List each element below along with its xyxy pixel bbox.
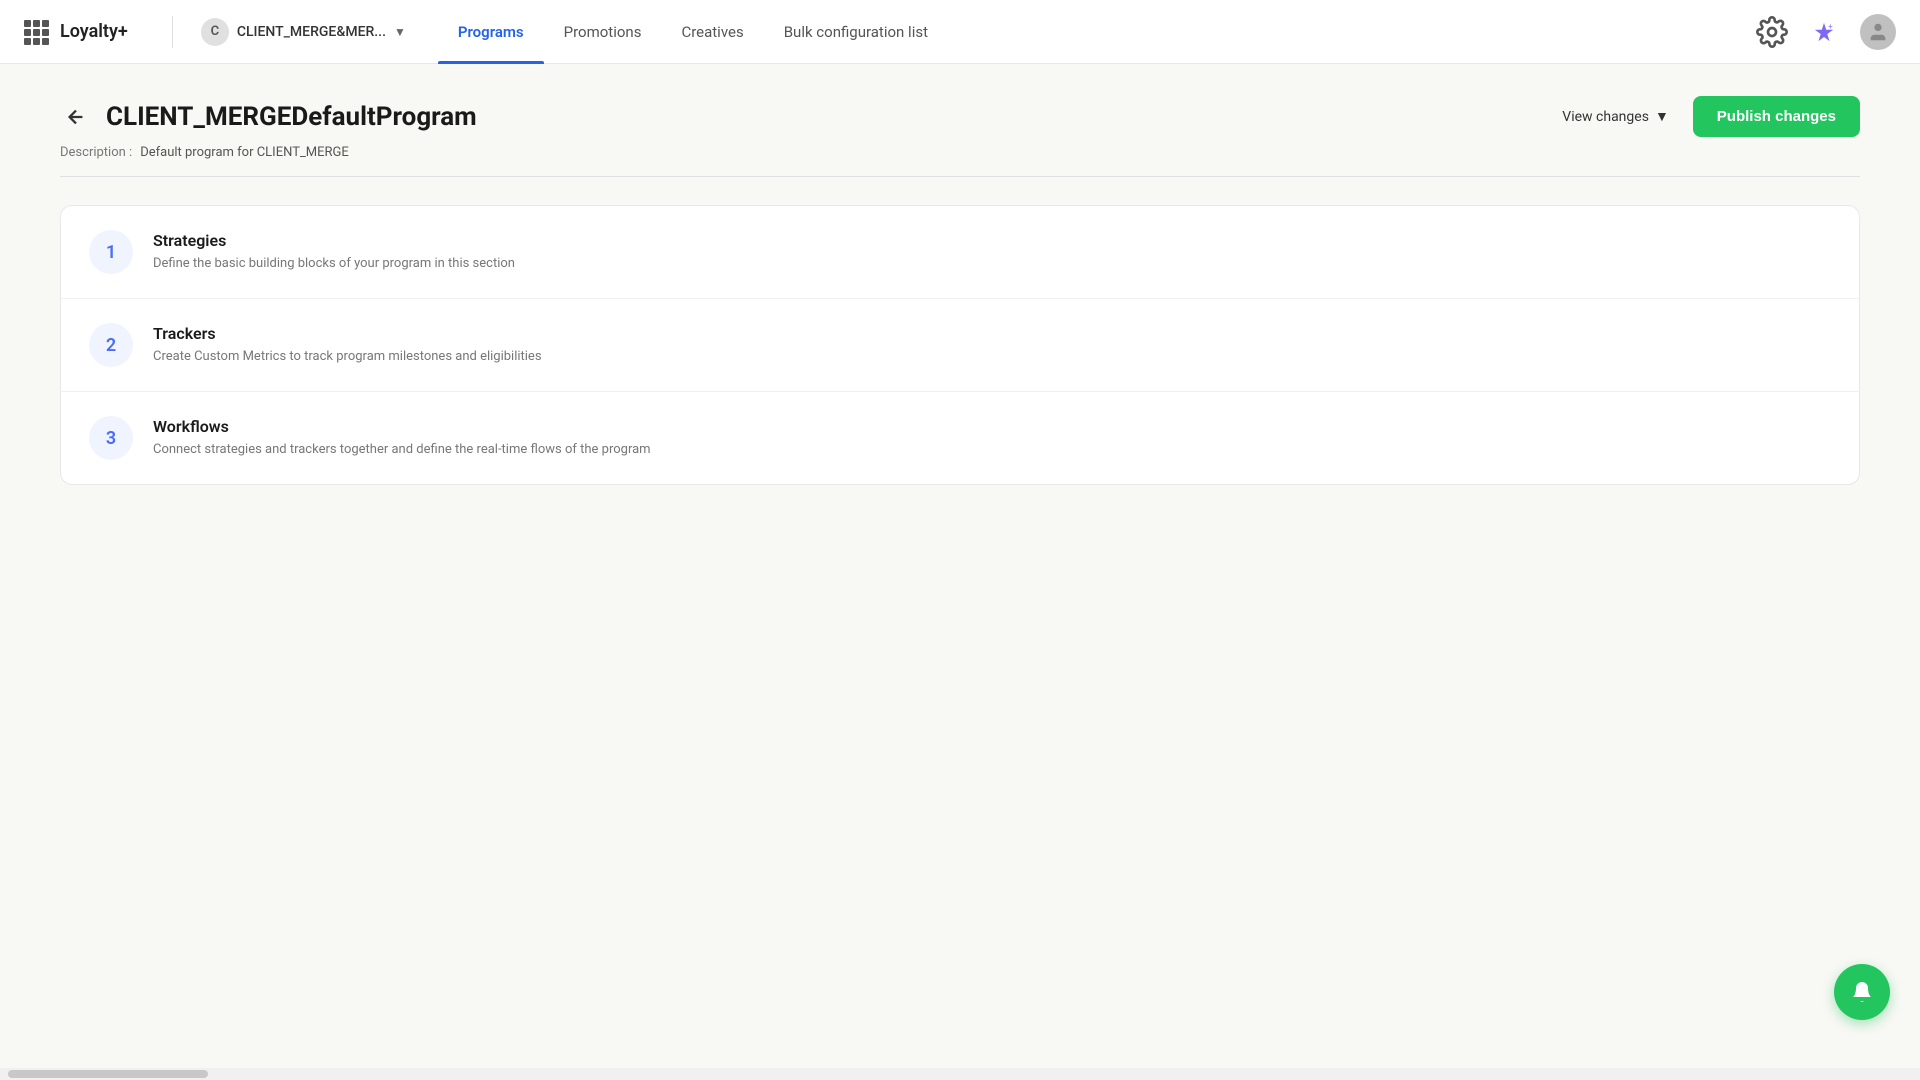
grid-icon[interactable] — [24, 20, 48, 44]
description-row: Description : Default program for CLIENT… — [60, 145, 1860, 177]
user-avatar-button[interactable] — [1860, 14, 1896, 50]
view-changes-button[interactable]: View changes ▼ — [1550, 100, 1681, 133]
step-number-3: 3 — [89, 416, 133, 460]
step-desc-trackers: Create Custom Metrics to track program m… — [153, 347, 1831, 367]
header-divider — [172, 16, 173, 48]
bottom-scrollbar[interactable] — [0, 1068, 1920, 1080]
view-changes-label: View changes — [1562, 109, 1649, 125]
client-name: CLIENT_MERGE&MER... — [237, 24, 386, 40]
nav-item-programs[interactable]: Programs — [438, 0, 544, 64]
scrollbar-thumb — [8, 1070, 208, 1078]
main-nav: Programs Promotions Creatives Bulk confi… — [438, 0, 948, 63]
bell-icon — [1850, 980, 1874, 1004]
main-content: CLIENT_MERGEDefaultProgram View changes … — [0, 64, 1920, 517]
step-number-2: 2 — [89, 323, 133, 367]
sparkle-icon — [1813, 21, 1835, 43]
client-selector[interactable]: C CLIENT_MERGE&MER... ▼ — [201, 18, 406, 46]
nav-item-bulk-config[interactable]: Bulk configuration list — [764, 0, 948, 64]
step-desc-workflows: Connect strategies and trackers together… — [153, 440, 1831, 460]
back-arrow-icon — [65, 106, 87, 128]
chevron-down-icon[interactable]: ▼ — [394, 25, 406, 39]
step-content-trackers: Trackers Create Custom Metrics to track … — [153, 324, 1831, 367]
nav-item-creatives[interactable]: Creatives — [661, 0, 763, 64]
step-title-workflows: Workflows — [153, 417, 1831, 436]
page-header-right: View changes ▼ Publish changes — [1550, 96, 1860, 137]
step-content-strategies: Strategies Define the basic building blo… — [153, 231, 1831, 274]
steps-container: 1 Strategies Define the basic building b… — [60, 205, 1860, 485]
header-right — [1756, 14, 1896, 50]
page-title: CLIENT_MERGEDefaultProgram — [106, 102, 477, 132]
step-item-workflows[interactable]: 3 Workflows Connect strategies and track… — [61, 392, 1859, 484]
step-content-workflows: Workflows Connect strategies and tracker… — [153, 417, 1831, 460]
sparkle-button[interactable] — [1808, 16, 1840, 48]
publish-changes-button[interactable]: Publish changes — [1693, 96, 1860, 137]
app-title: Loyalty+ — [60, 21, 128, 42]
header: Loyalty+ C CLIENT_MERGE&MER... ▼ Program… — [0, 0, 1920, 64]
step-desc-strategies: Define the basic building blocks of your… — [153, 254, 1831, 274]
description-label: Description : — [60, 145, 132, 160]
page-header-left: CLIENT_MERGEDefaultProgram — [60, 101, 477, 133]
step-item-strategies[interactable]: 1 Strategies Define the basic building b… — [61, 206, 1859, 299]
settings-button[interactable] — [1756, 16, 1788, 48]
client-avatar: C — [201, 18, 229, 46]
step-item-trackers[interactable]: 2 Trackers Create Custom Metrics to trac… — [61, 299, 1859, 392]
gear-icon — [1756, 16, 1788, 48]
user-icon — [1867, 21, 1889, 43]
description-text: Default program for CLIENT_MERGE — [140, 145, 349, 160]
step-number-1: 1 — [89, 230, 133, 274]
chevron-down-icon: ▼ — [1655, 108, 1669, 125]
step-title-trackers: Trackers — [153, 324, 1831, 343]
notification-fab[interactable] — [1834, 964, 1890, 1020]
back-button[interactable] — [60, 101, 92, 133]
step-title-strategies: Strategies — [153, 231, 1831, 250]
header-left: Loyalty+ C CLIENT_MERGE&MER... ▼ — [24, 16, 406, 48]
page-header: CLIENT_MERGEDefaultProgram View changes … — [60, 96, 1860, 137]
nav-item-promotions[interactable]: Promotions — [544, 0, 662, 64]
